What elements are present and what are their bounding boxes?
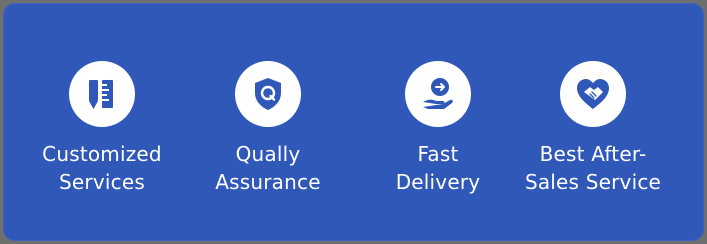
- feature-label-line2: Services: [59, 170, 145, 194]
- feature-quality-assurance: Qually Assurance: [188, 61, 348, 196]
- shield-q-icon: [255, 78, 281, 110]
- feature-label-line1: Best After-: [539, 142, 647, 166]
- feature-icon-circle: [405, 61, 471, 127]
- feature-label-line1: Fast: [417, 142, 459, 166]
- feature-customized-services: Customized Services: [22, 61, 182, 196]
- feature-after-sales-service: Best After- Sales Service: [513, 61, 673, 196]
- feature-label-line2: Sales Service: [524, 170, 662, 194]
- feature-fast-delivery: Fast Delivery: [358, 61, 518, 196]
- heart-handshake-icon: [577, 79, 609, 109]
- feature-label: Customized Services: [22, 140, 182, 196]
- feature-label: Fast Delivery: [358, 140, 518, 196]
- features-panel: Customized Services Qually Assurance Fas: [3, 3, 704, 241]
- feature-label-line1: Customized: [42, 142, 162, 166]
- feature-label-line2: Assurance: [215, 170, 321, 194]
- ruler-pencil-icon: [89, 80, 113, 109]
- feature-icon-circle: [560, 61, 626, 127]
- hand-arrow-icon: [423, 78, 453, 109]
- feature-label: Qually Assurance: [188, 140, 348, 196]
- feature-label-line2: Delivery: [395, 170, 481, 194]
- feature-icon-circle: [235, 61, 301, 127]
- feature-label: Best After- Sales Service: [513, 140, 673, 196]
- feature-icon-circle: [69, 61, 135, 127]
- feature-label-line1: Qually: [235, 142, 301, 166]
